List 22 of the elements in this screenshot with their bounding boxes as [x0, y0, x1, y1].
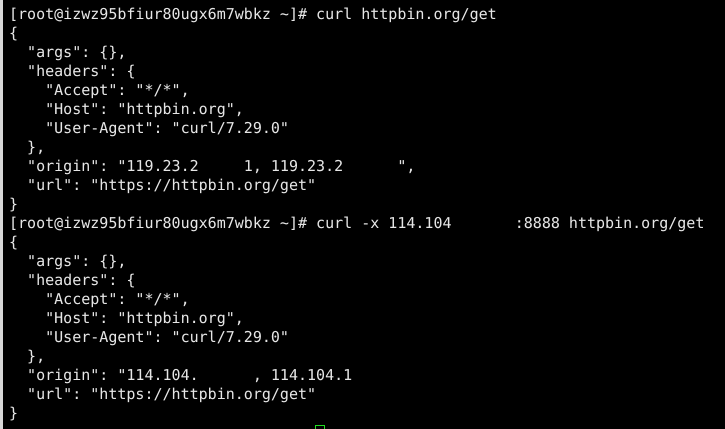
terminal-line: "headers": { [26, 62, 136, 81]
terminal-line: } [9, 404, 18, 423]
terminal-line: "Host": "httpbin.org", [44, 100, 244, 119]
terminal-line: "headers": { [26, 271, 136, 290]
terminal-line: "Host": "httpbin.org", [44, 309, 244, 328]
terminal-line: [root@izwz95bfiur80ugx6m7wbkz ~]# curl -x 114.104 :8888 httpbin.org/get [9, 214, 704, 233]
terminal-line: } [9, 195, 18, 214]
terminal-line: "User-Agent": "curl/7.29.0" [44, 119, 289, 138]
terminal-line: }, [26, 347, 46, 366]
terminal-line: "Accept": "*/*", [44, 81, 190, 100]
terminal-line: }, [26, 138, 46, 157]
terminal-line: "origin": "119.23.2 1, 119.23.2 ", [26, 157, 416, 176]
terminal-line: "url": "https://httpbin.org/get" [26, 385, 316, 404]
terminal-line: { [9, 233, 18, 252]
terminal-line: "User-Agent": "curl/7.29.0" [44, 328, 289, 347]
terminal-line: "origin": "114.104. , 114.104.1 [26, 366, 352, 385]
terminal-line: "args": {}, [26, 252, 126, 271]
terminal-line: "Accept": "*/*", [44, 290, 190, 309]
terminal-line: "url": "https://httpbin.org/get" [26, 176, 316, 195]
terminal-line: "args": {}, [26, 43, 126, 62]
terminal-line: { [9, 24, 18, 43]
terminal-line: [root@izwz95bfiur80ugx6m7wbkz ~]# curl httpbin.org/get [9, 5, 497, 24]
